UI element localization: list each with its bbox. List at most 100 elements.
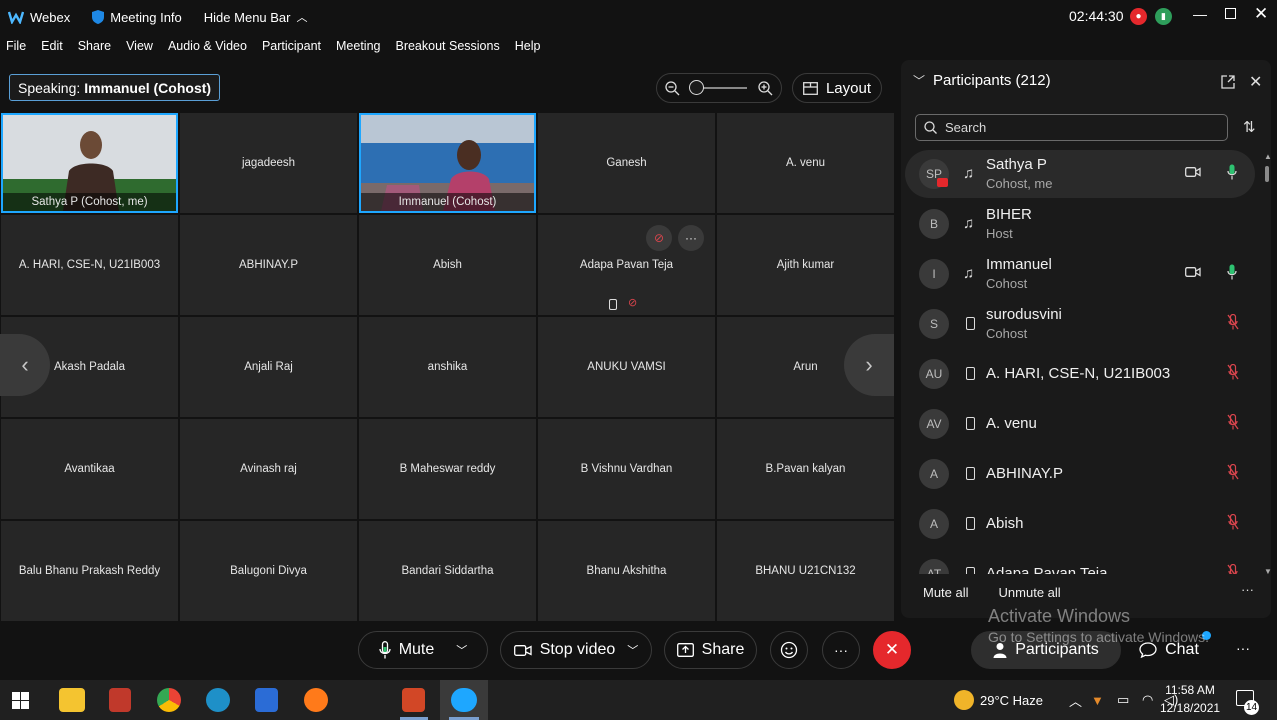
more-panels-icon[interactable]: ··· bbox=[1236, 640, 1250, 656]
chevron-up-icon: ︿ bbox=[296, 12, 308, 24]
mute-all-button[interactable]: Mute all bbox=[923, 585, 969, 600]
participant-row[interactable]: I ♫ Immanuel Cohost bbox=[905, 250, 1255, 298]
menu-share[interactable]: Share bbox=[78, 39, 111, 53]
more-options-button[interactable]: ··· bbox=[822, 631, 860, 669]
participant-row[interactable]: AT Adapa Pavan Teja bbox=[905, 550, 1255, 574]
hide-menu-bar-button[interactable]: Hide Menu Bar ︿ bbox=[204, 9, 308, 25]
video-tile[interactable]: jagadeesh bbox=[180, 113, 357, 213]
video-tile-self[interactable]: Sathya P (Cohost, me) bbox=[1, 113, 178, 213]
video-tile[interactable]: B Maheswar reddy bbox=[359, 419, 536, 519]
video-tile[interactable]: Balugoni Divya bbox=[180, 521, 357, 621]
video-tile[interactable]: Avantikaa bbox=[1, 419, 178, 519]
video-tile-hovered[interactable]: Adapa Pavan Teja ⊘ ··· ⊘ bbox=[538, 215, 715, 315]
participant-row[interactable]: B ♫ BIHER Host bbox=[905, 200, 1255, 248]
webex-taskbar-button[interactable] bbox=[440, 680, 488, 720]
video-tile[interactable]: Avinash raj bbox=[180, 419, 357, 519]
stop-video-button[interactable]: Stop video ﹀ bbox=[500, 631, 652, 669]
menu-participant[interactable]: Participant bbox=[262, 39, 321, 53]
video-tile[interactable]: A. HARI, CSE-N, U21IB003 bbox=[1, 215, 178, 315]
clock-date[interactable]: 12/18/2021 bbox=[1160, 701, 1220, 715]
panel-more-icon[interactable]: ··· bbox=[1241, 582, 1254, 597]
video-tile-active-speaker[interactable]: Immanuel (Cohost) bbox=[359, 113, 536, 213]
zoom-slider-thumb[interactable] bbox=[689, 80, 704, 95]
network-health-icon[interactable]: ▮ bbox=[1155, 8, 1172, 25]
video-tile[interactable]: BHANU U21CN132 bbox=[717, 521, 894, 621]
participant-row[interactable]: AV A. venu bbox=[905, 400, 1255, 448]
video-tile[interactable]: B.Pavan kalyan bbox=[717, 419, 894, 519]
meeting-timer: 02:44:30 bbox=[1069, 8, 1124, 24]
tray-device-icon[interactable]: ▭ bbox=[1117, 680, 1129, 720]
weather-widget[interactable]: 29°C Haze bbox=[954, 680, 1043, 720]
participant-row[interactable]: A ABHINAY.P bbox=[905, 450, 1255, 498]
video-tile[interactable]: ABHINAY.P bbox=[180, 215, 357, 315]
search-icon bbox=[924, 121, 937, 134]
wifi-icon[interactable]: ◠ bbox=[1142, 680, 1153, 720]
participant-search-input[interactable]: Search bbox=[915, 114, 1228, 141]
menu-breakout-sessions[interactable]: Breakout Sessions bbox=[395, 39, 499, 53]
video-tile[interactable]: Abish bbox=[359, 215, 536, 315]
recording-icon[interactable]: ● bbox=[1130, 8, 1147, 25]
windows-start-icon[interactable] bbox=[12, 692, 29, 709]
maximize-icon[interactable] bbox=[1225, 8, 1236, 19]
sort-icon[interactable]: ⇅ bbox=[1243, 118, 1256, 136]
video-tile[interactable]: Bhanu Akshitha bbox=[538, 521, 715, 621]
clock-time[interactable]: 11:58 AM bbox=[1160, 683, 1220, 697]
chrome-icon[interactable] bbox=[157, 688, 181, 712]
store-icon[interactable] bbox=[255, 688, 278, 712]
avatar: A bbox=[919, 459, 949, 489]
menu-file[interactable]: File bbox=[6, 39, 26, 53]
avatar: B bbox=[919, 209, 949, 239]
video-tile[interactable]: Anjali Raj bbox=[180, 317, 357, 417]
menu-view[interactable]: View bbox=[126, 39, 153, 53]
sharing-badge-icon bbox=[937, 178, 948, 187]
participant-row[interactable]: A Abish bbox=[905, 500, 1255, 548]
chevron-down-icon[interactable]: ﹀ bbox=[456, 642, 467, 658]
video-tile[interactable]: B Vishnu Vardhan bbox=[538, 419, 715, 519]
zoom-slider[interactable] bbox=[689, 80, 747, 95]
close-panel-icon[interactable]: ✕ bbox=[1249, 72, 1262, 92]
unmute-all-button[interactable]: Unmute all bbox=[999, 585, 1061, 600]
close-window-icon[interactable]: ✕ bbox=[1254, 4, 1268, 24]
video-tile[interactable]: Bandari Siddartha bbox=[359, 521, 536, 621]
video-tile[interactable]: Ajith kumar bbox=[717, 215, 894, 315]
video-tile[interactable]: Ganesh bbox=[538, 113, 715, 213]
file-explorer-icon[interactable] bbox=[59, 688, 85, 712]
video-tile[interactable]: A. venu bbox=[717, 113, 894, 213]
video-tile[interactable]: ANUKU VAMSI bbox=[538, 317, 715, 417]
share-button[interactable]: Share bbox=[664, 631, 757, 669]
firefox-icon[interactable] bbox=[304, 688, 328, 712]
muted-mic-icon[interactable]: ⊘ bbox=[646, 225, 672, 251]
layout-button[interactable]: Layout bbox=[792, 73, 882, 103]
avatar: AU bbox=[919, 359, 949, 389]
video-tile[interactable]: anshika bbox=[359, 317, 536, 417]
participant-row[interactable]: AU A. HARI, CSE-N, U21IB003 bbox=[905, 350, 1255, 398]
zoom-out-icon[interactable] bbox=[665, 80, 680, 96]
participant-scrollbar[interactable]: ▲ ▼ bbox=[1263, 152, 1272, 576]
reactions-button[interactable] bbox=[770, 631, 808, 669]
participant-row[interactable]: SP ♫ Sathya P Cohost, me bbox=[905, 150, 1255, 198]
leave-meeting-button[interactable]: ✕ bbox=[873, 631, 911, 669]
participant-row[interactable]: S surodusvini Cohost bbox=[905, 300, 1255, 348]
menu-audio-video[interactable]: Audio & Video bbox=[168, 39, 247, 53]
powerpoint-icon[interactable] bbox=[402, 688, 425, 712]
participant-name: Sathya P bbox=[986, 156, 1047, 173]
mute-button[interactable]: Mute ﹀ bbox=[358, 631, 488, 669]
menu-help[interactable]: Help bbox=[515, 39, 541, 53]
meeting-info-button[interactable]: Meeting Info bbox=[92, 10, 182, 25]
zoom-in-icon[interactable] bbox=[758, 80, 773, 96]
popout-icon[interactable] bbox=[1221, 75, 1235, 89]
tray-app-icon[interactable]: ▼ bbox=[1091, 680, 1104, 720]
participants-header[interactable]: ﹀ Participants (212) bbox=[913, 72, 1051, 89]
menu-edit[interactable]: Edit bbox=[41, 39, 63, 53]
menu-meeting[interactable]: Meeting bbox=[336, 39, 380, 53]
chevron-down-icon[interactable]: ﹀ bbox=[627, 642, 638, 658]
scrollbar-thumb[interactable] bbox=[1265, 166, 1269, 182]
phone-icon bbox=[609, 299, 617, 310]
more-options-icon[interactable]: ··· bbox=[678, 225, 704, 251]
show-hidden-icons[interactable]: ︿ bbox=[1069, 680, 1082, 720]
minimize-icon[interactable]: — bbox=[1193, 6, 1207, 22]
snipping-tool-icon[interactable] bbox=[109, 688, 131, 712]
edge-icon[interactable] bbox=[206, 688, 230, 712]
participant-role: Cohost bbox=[986, 326, 1028, 341]
video-tile[interactable]: Balu Bhanu Prakash Reddy bbox=[1, 521, 178, 621]
